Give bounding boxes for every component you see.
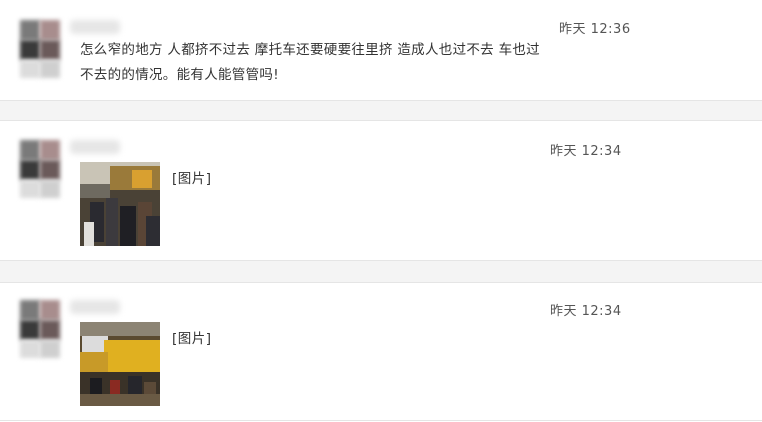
image-label: [图片] bbox=[172, 171, 212, 187]
comment-time: 昨天 12:34 bbox=[550, 144, 622, 159]
comment-item: 昨天 12:36 怎么窄的地方 人都挤不过去 摩托车还要硬要往里挤 造成人也过不… bbox=[0, 0, 762, 100]
comment-time: 昨天 12:34 bbox=[550, 304, 622, 319]
avatar[interactable] bbox=[20, 20, 60, 78]
comment-image-thumbnail[interactable] bbox=[80, 162, 160, 246]
username-blurred bbox=[70, 140, 120, 154]
image-label: [图片] bbox=[172, 331, 212, 347]
comment-text-line: 怎么窄的地方 人都挤不过去 摩托车还要硬要往里挤 造成人也过不去 车也过 bbox=[80, 42, 540, 58]
separator bbox=[0, 260, 762, 282]
separator-line bbox=[0, 100, 762, 101]
separator bbox=[0, 100, 762, 120]
username-blurred bbox=[70, 20, 120, 34]
avatar[interactable] bbox=[20, 300, 60, 358]
comment-image-thumbnail[interactable] bbox=[80, 322, 160, 406]
separator-line bbox=[0, 260, 762, 261]
comment-item: 昨天 12:34 [图片] bbox=[0, 120, 762, 260]
username-blurred bbox=[70, 300, 120, 314]
comment-time: 昨天 12:36 bbox=[559, 22, 631, 37]
comment-item: 昨天 12:34 [图片] bbox=[0, 282, 762, 420]
comment-text: 怎么窄的地方 人都挤不过去 摩托车还要硬要往里挤 造成人也过不去 车也过 不去的… bbox=[80, 38, 680, 88]
comment-text-line: 不去的的情况。能有人能管管吗! bbox=[80, 67, 279, 83]
avatar[interactable] bbox=[20, 140, 60, 198]
separator-line bbox=[0, 420, 762, 421]
